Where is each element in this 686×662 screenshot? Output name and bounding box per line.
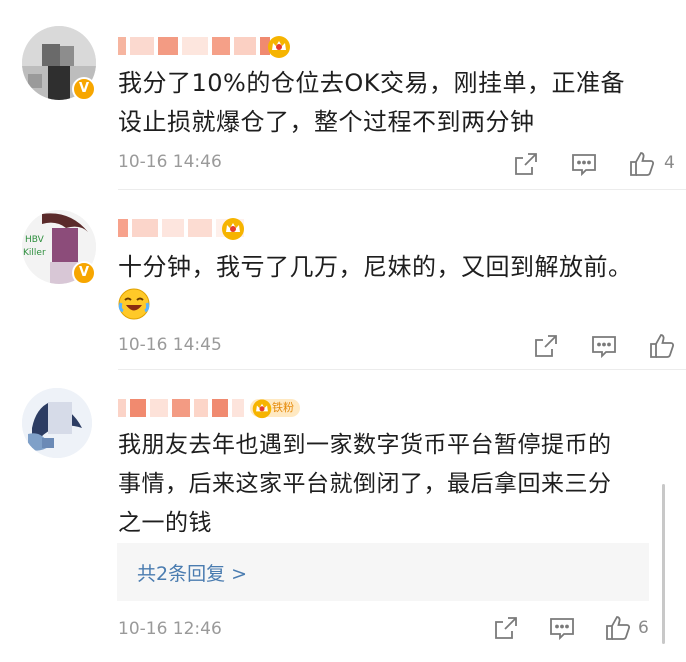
comment-1: V 我分了10%的仓位去OK交易，刚挂单，正准备 设止损就爆仓了，整个过程不到两… bbox=[0, 0, 686, 190]
replies-box[interactable]: 共2条回复 > bbox=[117, 543, 649, 601]
comment-3: 铁粉 我朋友去年也遇到一家数字货币平台暂停提币的 事情，后来这家平台就倒闭了，最… bbox=[0, 370, 686, 662]
avatar-image bbox=[22, 388, 92, 458]
fans-badge: 铁粉 bbox=[250, 399, 300, 419]
crown-icon bbox=[268, 36, 290, 58]
comment-2: HBV Killer V 十分钟，我亏了几万，尼妹的，又回到解放前。 10-16… bbox=[0, 190, 686, 370]
laughing-emoji-icon bbox=[118, 288, 150, 320]
verified-v-icon: V bbox=[72, 77, 96, 101]
verified-v-icon: V bbox=[72, 261, 96, 285]
share-icon[interactable] bbox=[532, 332, 560, 360]
comment-time: 10-16 12:46 bbox=[118, 619, 222, 639]
crown-icon bbox=[252, 399, 272, 419]
comment-text: 十分钟，我亏了几万，尼妹的，又回到解放前。 bbox=[118, 253, 633, 281]
like-icon[interactable] bbox=[604, 614, 632, 642]
comment-time: 10-16 14:45 bbox=[118, 335, 222, 355]
like-count: 4 bbox=[664, 153, 675, 173]
fans-badge-label: 铁粉 bbox=[272, 401, 294, 414]
crown-icon bbox=[222, 218, 244, 240]
comment-text: 我分了10%的仓位去OK交易，刚挂单，正准备 设止损就爆仓了，整个过程不到两分钟 bbox=[118, 69, 625, 136]
scrollbar[interactable] bbox=[662, 484, 665, 644]
username-blurred[interactable] bbox=[118, 398, 244, 418]
avatar[interactable] bbox=[22, 388, 92, 458]
like-icon[interactable] bbox=[648, 332, 676, 360]
avatar-text-1: HBV bbox=[25, 235, 45, 245]
share-icon[interactable] bbox=[512, 150, 540, 178]
username-blurred[interactable] bbox=[118, 36, 270, 56]
like-icon[interactable] bbox=[628, 150, 656, 178]
comment-time: 10-16 14:46 bbox=[118, 152, 222, 172]
like-count: 6 bbox=[638, 618, 649, 638]
comment-text: 我朋友去年也遇到一家数字货币平台暂停提币的 事情，后来这家平台就倒闭了，最后拿回… bbox=[118, 432, 612, 536]
comment-icon[interactable] bbox=[570, 150, 598, 178]
view-replies-link[interactable]: 共2条回复 > bbox=[137, 559, 247, 586]
comment-icon[interactable] bbox=[548, 614, 576, 642]
comment-icon[interactable] bbox=[590, 332, 618, 360]
share-icon[interactable] bbox=[492, 614, 520, 642]
avatar-text-2: Killer bbox=[23, 248, 46, 258]
